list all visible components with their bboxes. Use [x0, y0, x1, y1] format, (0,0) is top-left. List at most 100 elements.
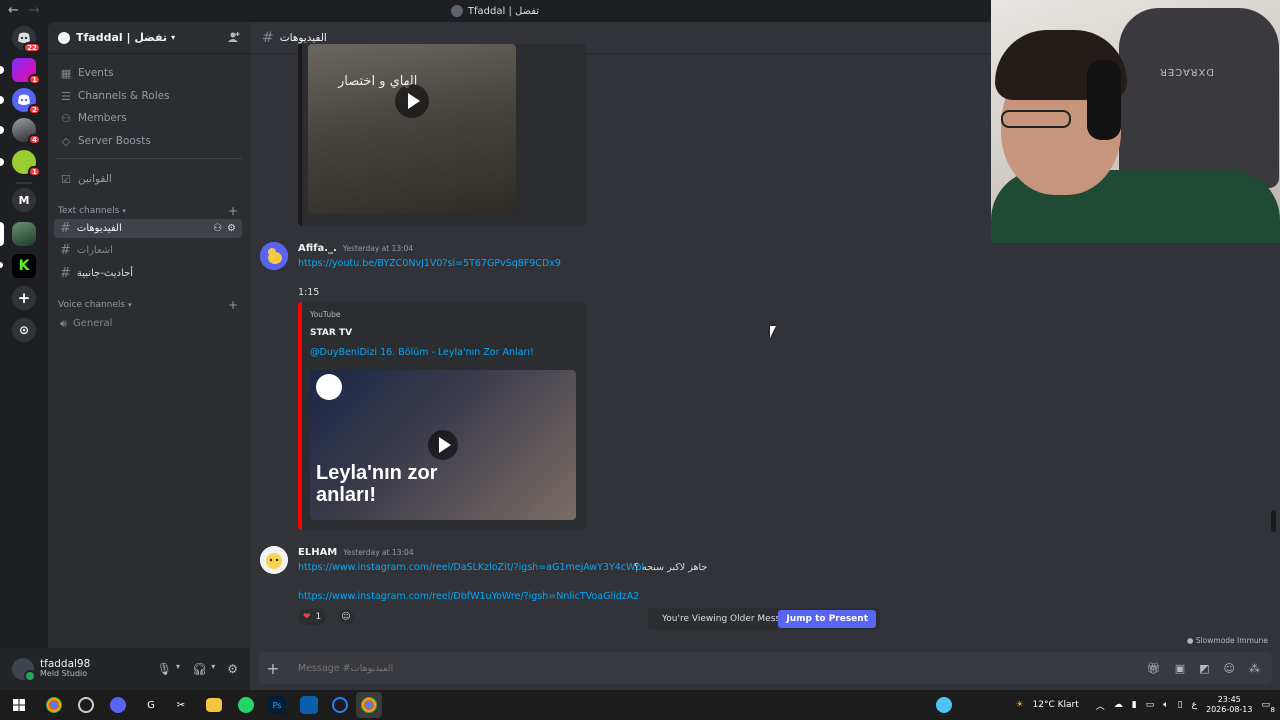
- browser-icon[interactable]: [332, 697, 348, 713]
- nav-events[interactable]: ▦ Events: [56, 63, 242, 83]
- back-arrow-icon[interactable]: ←: [8, 3, 19, 18]
- clock[interactable]: 23:45 2026-08-13: [1206, 695, 1253, 714]
- obs-icon[interactable]: [78, 697, 94, 713]
- unread-badge: 1: [28, 74, 41, 85]
- video-thumbnail[interactable]: الهاي و اختصار: [308, 44, 516, 214]
- language-indicator[interactable]: ع: [1192, 700, 1197, 710]
- message-author[interactable]: Afifa._. Yesterday at 13:04: [298, 243, 413, 254]
- gear-icon[interactable]: ⚙: [227, 223, 236, 234]
- network-icon[interactable]: ☁: [1114, 700, 1123, 710]
- capcut-icon[interactable]: ✂: [170, 694, 192, 716]
- channel-videos[interactable]: # الفيديوهات ⚇ ⚙: [54, 219, 242, 238]
- category-voice-channels[interactable]: Voice channels ▾ +: [58, 298, 238, 312]
- sticker-icon[interactable]: ◩: [1199, 662, 1209, 675]
- speaker-icon: 🔊︎: [60, 316, 67, 330]
- server-green[interactable]: 1: [0, 150, 41, 177]
- message-author[interactable]: ELHAM Yesterday at 13:04: [298, 547, 414, 558]
- help-icon[interactable]: [936, 697, 953, 713]
- message-input[interactable]: [288, 662, 1147, 674]
- voice-channel-general[interactable]: 🔊︎ General: [54, 314, 242, 333]
- jump-to-present-button[interactable]: Jump to Present: [778, 610, 876, 628]
- play-icon[interactable]: [428, 430, 458, 460]
- nav-channels-roles[interactable]: ☰ Channels & Roles: [56, 86, 242, 106]
- add-server-button[interactable]: +: [12, 286, 36, 310]
- slowmode-indicator: ● Slowmode Immune: [1187, 636, 1268, 645]
- embed-title[interactable]: @DuyBeniDizi 16. Bölüm - Leyla'nın Zor A…: [310, 347, 534, 358]
- add-channel-icon[interactable]: +: [228, 298, 238, 312]
- weather-text[interactable]: 12°C Klart: [1033, 700, 1079, 710]
- channel-notifications[interactable]: # اشعارات: [54, 241, 242, 260]
- nav-server-boosts[interactable]: ◇ Server Boosts: [56, 131, 242, 151]
- notifications-icon[interactable]: ▭ 8: [1261, 700, 1275, 714]
- user-activity: Meld Studio: [40, 669, 88, 679]
- emoji-icon[interactable]: ☺: [1224, 662, 1235, 675]
- add-channel-icon[interactable]: +: [228, 204, 238, 218]
- reaction-heart[interactable]: ❤ 1: [298, 609, 327, 625]
- server-discord[interactable]: 2: [0, 88, 41, 115]
- avatar[interactable]: [12, 658, 36, 682]
- channel-label: القوانين: [78, 173, 112, 185]
- gift-icon[interactable]: 🎁︎: [1147, 662, 1161, 675]
- headphones-icon[interactable]: 🎧︎: [192, 662, 207, 676]
- duck-avatar-icon: [260, 242, 288, 270]
- chrome-active-icon[interactable]: [356, 692, 382, 718]
- server-initial: M: [18, 193, 30, 207]
- chrome-icon[interactable]: [46, 697, 62, 713]
- attach-plus-icon[interactable]: +: [258, 659, 288, 678]
- server-header[interactable]: Tfaddal | تفضل ▾: [48, 22, 250, 54]
- gear-icon[interactable]: ⚙: [227, 662, 238, 676]
- play-icon[interactable]: [395, 84, 429, 118]
- whatsapp-icon[interactable]: [238, 697, 254, 713]
- message-link[interactable]: https://www.instagram.com/reel/DbfW1uYoW…: [298, 591, 639, 602]
- message-timestamp: Yesterday at 13:04: [342, 244, 414, 253]
- add-reaction-icon[interactable]: ☺: [338, 609, 354, 625]
- chevron-up-icon[interactable]: ︿: [1096, 699, 1105, 712]
- scrollbar-thumb[interactable]: [1271, 510, 1276, 532]
- avatar[interactable]: [260, 242, 288, 270]
- battery-icon[interactable]: ▯: [1178, 700, 1183, 710]
- chevron-down-icon[interactable]: ▾: [176, 662, 180, 676]
- server-racing[interactable]: 1: [0, 58, 41, 85]
- unread-pip: [0, 96, 4, 104]
- channel-side-talk[interactable]: # أحاديث-جانبية: [54, 264, 242, 283]
- microphone-icon[interactable]: 🎙︎: [157, 662, 172, 676]
- message-link[interactable]: https://www.instagram.com/reel/DaSLKzloZ…: [298, 562, 644, 573]
- gif-icon[interactable]: ▣: [1175, 662, 1185, 675]
- meld-studio-icon[interactable]: [300, 696, 318, 714]
- server-tfaddal[interactable]: [0, 222, 36, 246]
- invite-icon[interactable]: ⚇: [213, 223, 222, 234]
- message-link[interactable]: https://youtu.be/BYZC0NvJ1V0?si=5T67GPvS…: [298, 258, 561, 269]
- discover-button[interactable]: ⊙: [12, 318, 36, 342]
- category-text-channels[interactable]: Text channels ▾ +: [58, 204, 238, 218]
- chevron-down-icon[interactable]: ▾: [211, 662, 215, 676]
- windows-start-icon[interactable]: [8, 694, 30, 716]
- server-girl[interactable]: 4: [0, 118, 41, 145]
- forward-arrow-icon[interactable]: →: [29, 3, 40, 18]
- invite-people-icon[interactable]: [228, 31, 240, 43]
- nav-label: Members: [78, 112, 127, 124]
- server-m[interactable]: M: [12, 188, 36, 212]
- photoshop-icon[interactable]: Ps: [268, 696, 286, 714]
- display-icon[interactable]: ▭: [1146, 700, 1155, 710]
- file-explorer-icon[interactable]: [206, 698, 222, 712]
- volume-icon[interactable]: 🔈︎: [1163, 700, 1168, 710]
- nav-members[interactable]: ⚇ Members: [56, 108, 242, 128]
- discord-taskbar-icon[interactable]: [110, 697, 126, 713]
- user-panel: tfaddal98 Meld Studio 🎙︎ ▾ 🎧︎ ▾ ⚙: [0, 648, 250, 690]
- unread-badge: 4: [28, 134, 41, 145]
- channel-rules[interactable]: ☑ القوانين: [56, 169, 242, 189]
- server-kick[interactable]: K: [0, 254, 36, 278]
- nav-label: Events: [78, 67, 114, 79]
- embed-author[interactable]: STAR TV: [310, 328, 352, 338]
- direct-messages-button[interactable]: 22: [12, 26, 41, 53]
- avatar[interactable]: [260, 546, 288, 574]
- channel-label: أحاديث-جانبية: [76, 268, 133, 279]
- notification-count: 8: [1270, 706, 1275, 714]
- mic-icon[interactable]: ▮: [1132, 700, 1137, 710]
- hash-icon: #: [60, 243, 71, 258]
- mouse-cursor-icon: [770, 326, 782, 338]
- g-hub-icon[interactable]: G: [140, 694, 162, 716]
- video-thumbnail[interactable]: Leyla'nın zor anları!: [310, 370, 576, 520]
- system-tray: ☀ 12°C Klart ︿ ☁ ▮ ▭ 🔈︎ ▯ ع 23:45 2026-0…: [936, 690, 1275, 720]
- apps-icon[interactable]: ⁂: [1249, 662, 1260, 675]
